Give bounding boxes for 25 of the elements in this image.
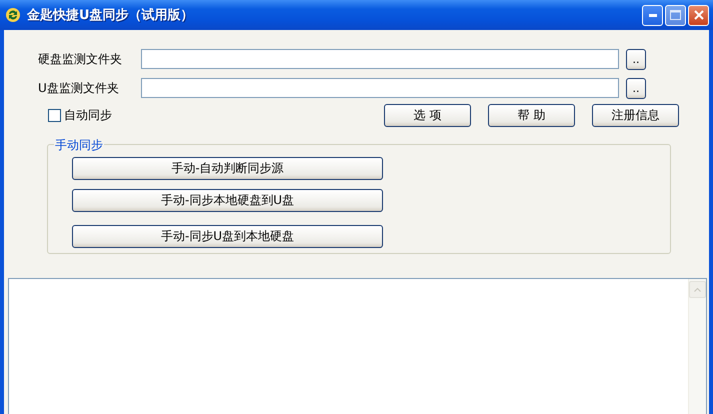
sync-icon	[5, 7, 21, 23]
browse-button[interactable]: ..	[626, 48, 646, 70]
action-button[interactable]: 帮 助	[488, 104, 575, 127]
field-label: U盘监测文件夹	[38, 80, 120, 96]
folder-input[interactable]	[141, 78, 619, 98]
close-button[interactable]	[688, 4, 709, 26]
maximize-icon	[670, 10, 681, 20]
group-title: 手动同步	[54, 137, 104, 154]
scrollbar[interactable]	[688, 279, 706, 414]
browse-button[interactable]: ..	[626, 78, 646, 98]
checkbox[interactable]	[48, 109, 61, 122]
maximize-button[interactable]	[665, 4, 686, 26]
action-button[interactable]: 注册信息	[592, 104, 679, 127]
sync-button[interactable]: 手动-自动判断同步源	[72, 157, 383, 180]
action-button[interactable]: 选 项	[384, 104, 471, 127]
sync-button[interactable]: 手动-同步U盘到本地硬盘	[72, 225, 383, 248]
window-title: 金匙快捷U盘同步（试用版）	[27, 7, 195, 24]
close-icon	[694, 10, 704, 20]
checkbox-label: 自动同步	[64, 107, 112, 124]
minimize-icon	[648, 14, 656, 16]
sync-button[interactable]: 手动-同步本地硬盘到U盘	[72, 189, 383, 212]
minimize-button[interactable]	[642, 4, 663, 26]
field-label: 硬盘监测文件夹	[38, 50, 123, 68]
folder-input[interactable]	[141, 49, 619, 69]
caret-up-icon	[694, 288, 701, 292]
